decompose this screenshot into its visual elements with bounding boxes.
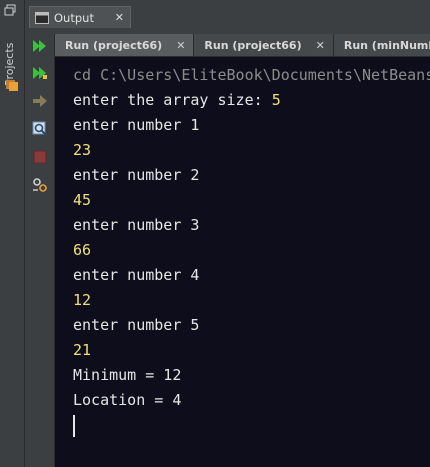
text-caret: [73, 414, 75, 437]
projects-sidebar: Projects: [0, 0, 25, 467]
tab-run-project66[interactable]: Run (project66) ✕: [55, 34, 195, 56]
output-tab[interactable]: Output ✕: [29, 6, 131, 28]
find-icon[interactable]: [31, 120, 49, 138]
console-input: 23: [73, 141, 92, 159]
close-icon[interactable]: ✕: [176, 39, 185, 52]
stop-arrow-icon[interactable]: [31, 92, 49, 110]
console-line: Minimum = 12: [73, 366, 182, 384]
console-input: 5: [271, 91, 281, 109]
console-actions-toolbar: [25, 34, 55, 467]
output-window-icon: [35, 11, 49, 24]
tab-run-minnumber[interactable]: Run (minNumber) ✕: [333, 34, 430, 56]
close-icon[interactable]: ✕: [115, 11, 124, 24]
console-prompt: enter the array size:: [73, 91, 272, 109]
run-tabs: Run (project66) ✕ Run (project66) ✕ Run …: [55, 34, 430, 57]
tab-label: Run (minNumber): [343, 38, 430, 52]
console-output[interactable]: cd C:\Users\EliteBook\Documents\NetBeans…: [55, 57, 430, 467]
tab-run-project66-2[interactable]: Run (project66) ✕: [194, 34, 334, 56]
rerun-icon[interactable]: [31, 37, 49, 55]
console-line: enter the array size: 5: [73, 88, 430, 113]
output-tab-label: Output: [54, 10, 94, 25]
console-line: enter number 1: [73, 116, 200, 134]
console-line: enter number 5: [73, 316, 200, 334]
console-input: 45: [73, 191, 92, 209]
console-input: 12: [73, 291, 92, 309]
console-line: cd C:\Users\EliteBook\Documents\NetBeans…: [73, 66, 430, 84]
console-line: enter number 4: [73, 266, 200, 284]
restore-icon[interactable]: [4, 4, 16, 16]
console-line: Location = 4: [73, 391, 182, 409]
project-icon: [6, 80, 18, 91]
console-line: enter number 2: [73, 166, 200, 184]
stop-icon[interactable]: [31, 148, 49, 166]
tab-label: Run (project66): [204, 38, 302, 52]
tab-label: Run (project66): [65, 38, 163, 52]
console-input: 66: [73, 241, 92, 259]
output-panel-header: Output ✕: [25, 0, 430, 35]
console-line: enter number 3: [73, 216, 200, 234]
console-input-line[interactable]: [73, 413, 430, 438]
rerun-with-options-icon[interactable]: [31, 64, 49, 82]
close-icon[interactable]: ✕: [316, 39, 325, 52]
console-input: 21: [73, 341, 92, 359]
settings-icon[interactable]: [31, 176, 49, 194]
